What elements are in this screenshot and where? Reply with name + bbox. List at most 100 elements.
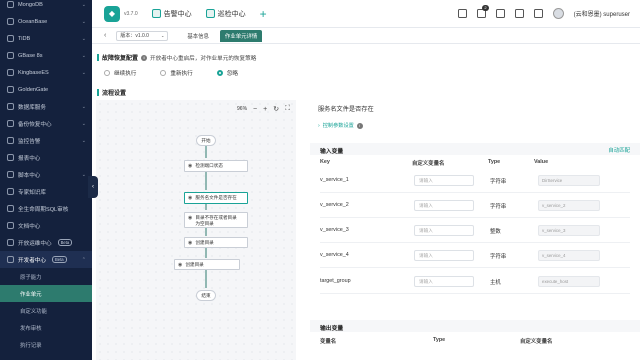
sidebar-sub-custom[interactable]: 自定义功能 [0,302,92,319]
database-icon [7,35,14,42]
sidebar-item-monitor[interactable]: 监控告警 ⌄ [0,132,92,149]
app-root: { "sidebar": { "items": [ {"label": "Mon… [0,0,640,360]
section-bar [97,89,99,96]
user-name[interactable]: (云和恩墨) superuser [574,9,630,18]
sidebar-sub-records[interactable]: 执行记录 [0,336,92,353]
sidebar-item-backup[interactable]: 备份恢复中心 ⌄ [0,115,92,132]
sidebar-item-label: MongoDB [18,1,43,8]
avatar[interactable] [552,8,564,19]
radio-dot-selected [216,70,223,76]
radio-label: 忽略 [226,71,238,77]
tab-basic-info[interactable]: 基本信息 [182,30,214,42]
sql-icon [7,205,14,212]
sidebar-item-developer[interactable]: 开发者中心 Beta ⌃ [0,251,92,268]
sidebar-item-label: 专家知识库 [18,189,46,196]
input-row-type: 字符串 [490,254,507,260]
topbar-actions: 2 (云和恩墨) superuser [457,5,630,19]
sidebar-item-label: TiDB [18,35,31,42]
sidebar-collapse-button[interactable]: ‹ [88,176,98,198]
row-divider [320,217,630,218]
sidebar-item-report[interactable]: 报表中心 [0,149,92,166]
sidebar-sub-job-unit[interactable]: 作业单元 [0,285,92,302]
sidebar-sub-review[interactable]: 发布审核 [0,319,92,336]
input-row-value: v_service_3 [538,225,600,236]
sidebar-item-kingbase[interactable]: KingbaseES ⌄ [0,64,92,81]
sidebar-item-tidb[interactable]: TiDB ⌄ [0,30,92,47]
advanced-settings-link[interactable]: › 控制参数设置 i [318,122,363,129]
nav-label: 巡检中心 [217,10,246,18]
chevron-down-icon: ⌄ [81,120,86,127]
custom-var-input[interactable]: 请输入 [414,225,474,236]
input-row-value: execute_host [538,276,600,287]
custom-var-input[interactable]: 请输入 [414,250,474,261]
row-divider [320,293,630,294]
nav-inspection-center[interactable]: 巡检中心 [205,9,246,19]
input-row-value: DirService [538,175,600,186]
document-icon [7,222,14,229]
auto-match-button[interactable]: 自动匹配 [608,146,630,154]
view-icon: ◉ [188,195,193,201]
add-tab-button[interactable]: + [260,7,267,21]
row-divider [320,242,630,243]
custom-var-input[interactable]: 请输入 [414,276,474,287]
node-label: 创建目录 [195,239,214,245]
sidebar-item-gbase[interactable]: GBase 8s ⌄ [0,47,92,64]
screen-icon[interactable] [514,9,524,18]
sidebar-item-docs[interactable]: 文档中心 [0,217,92,234]
input-row-type: 字符串 [490,179,507,185]
chevron-left-icon: ‹ [92,184,94,190]
flow-node-end[interactable]: 结束 [196,290,216,301]
mail-icon[interactable] [495,9,505,18]
custom-var-input[interactable]: 请输入 [414,200,474,211]
flow-node-create-dir[interactable]: ◉ 创建目录 [184,237,248,248]
chevron-down-icon: ⌄ [81,35,86,42]
sidebar-item-goldengate[interactable]: GoldenGate [0,81,92,98]
chevron-down-icon: ⌄ [160,33,165,38]
sidebar-item-label: 文档中心 [18,223,41,230]
input-row-type: 字符串 [490,204,507,210]
database-icon [7,86,14,93]
notification-badge: 2 [482,5,489,11]
flow-node-file-exists[interactable]: ◉ 服务名文件是否存在 [184,192,248,204]
radio-dot [160,70,167,76]
version-select[interactable]: 版本：v1.0.0 ⌄ [116,30,169,41]
recovery-options: 继续执行 重新执行 忽略 [104,69,238,77]
app-version: v3.7.0 [124,10,138,17]
flow-node-create-dir-2[interactable]: ◉ 创建目录 [174,259,240,270]
tab-job-unit-detail[interactable]: 作业单元详情 [219,29,263,42]
section-bar [97,54,99,61]
beta-badge: Beta [57,239,73,246]
radio-restart[interactable]: 重新执行 [160,69,193,77]
server-icon [7,103,14,110]
nav-alert-center[interactable]: 告警中心 [151,9,192,19]
radio-ignore[interactable]: 忽略 [216,69,238,77]
radio-dot [104,70,110,76]
node-label: 目录不存在或者目录为空目录 [195,215,237,226]
flow-node-start[interactable]: 开始 [196,135,216,146]
sidebar-item-mongodb[interactable]: MongoDB ⌄ [0,0,92,13]
flow-node-dir-check[interactable]: ◉ 目录不存在或者目录为空目录 [184,212,248,228]
view-icon: ◉ [188,163,193,169]
sidebar-item-knowledge[interactable]: 专家知识库 [0,183,92,200]
flow-canvas[interactable]: 96% − + ↻ ⛶ 开始 ◉ 检测端口状态 ◉ 服务名文件是否存在 ◉ 目录不存在… [96,100,296,360]
notification-icon[interactable]: 2 [476,5,489,18]
sidebar-item-script[interactable]: 脚本中心 ⌄ [0,166,92,183]
sidebar-item-oceanbase[interactable]: OceanBase ⌄ [0,13,92,30]
chevron-down-icon: ⌄ [81,1,86,8]
sidebar-sub-atomic[interactable]: 原子能力 [0,268,92,285]
fullscreen-icon[interactable] [533,9,543,18]
custom-var-input[interactable]: 请输入 [414,175,474,186]
sidebar-item-open-ops[interactable]: 开放运维中心 Beta [0,234,92,251]
chevron-down-icon: ⌄ [81,171,86,178]
view-icon: ◉ [188,215,193,221]
recovery-section-title: 故障恢复配置 i 开放者中心重启后，对作业单元的恢复策略 [97,53,256,62]
sidebar-item-db-service[interactable]: 数据库服务 ⌄ [0,98,92,115]
radio-continue[interactable]: 继续执行 [104,69,136,77]
row-divider [320,267,630,268]
back-arrow-icon[interactable]: ‹ [104,32,106,39]
document-icon[interactable] [457,9,467,18]
monitor-icon [7,137,14,144]
sidebar-item-sql-audit[interactable]: 全生命周期SQL审核 [0,200,92,217]
flow-node-check-port[interactable]: ◉ 检测端口状态 [184,160,248,172]
database-icon [7,69,14,76]
